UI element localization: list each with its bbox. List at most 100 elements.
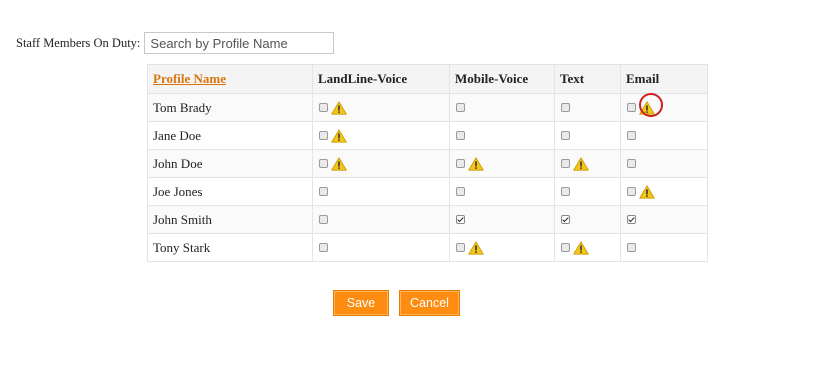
landline-voice-checkbox[interactable] [319, 187, 328, 196]
mobile-voice-option [455, 127, 465, 145]
text-option [560, 155, 589, 173]
profile-name-sort-header[interactable]: Profile Name [147, 64, 313, 94]
landline-voice-checkbox[interactable] [319, 131, 328, 140]
landline-voice-option [318, 127, 347, 145]
text-cell [554, 177, 621, 206]
text-option [560, 239, 589, 257]
text-cell [554, 233, 621, 262]
warning-triangle-icon[interactable] [468, 156, 484, 171]
warning-triangle-icon[interactable] [639, 184, 655, 199]
landline-voice-checkbox[interactable] [319, 103, 328, 112]
staff-duty-table: Profile Name LandLine-Voice Mobile-Voice… [147, 64, 708, 262]
mobile-voice-checkbox[interactable] [456, 187, 465, 196]
warning-triangle-icon[interactable] [573, 156, 589, 171]
email-checkbox[interactable] [627, 103, 636, 112]
table-row: John Smith [147, 205, 708, 234]
warning-triangle-icon[interactable] [468, 240, 484, 255]
warning-triangle-icon[interactable] [331, 128, 347, 143]
email-option [626, 239, 636, 257]
text-header: Text [554, 64, 621, 94]
email-option [626, 155, 636, 173]
cancel-button[interactable]: Cancel [399, 290, 460, 316]
email-cell [620, 233, 708, 262]
mobile-voice-option [455, 155, 484, 173]
email-cell [620, 92, 708, 122]
table-header-row: Profile Name LandLine-Voice Mobile-Voice… [147, 64, 708, 94]
landline-voice-option [318, 183, 328, 201]
landline-voice-option [318, 155, 347, 173]
mobile-voice-checkbox[interactable] [456, 159, 465, 168]
table-row: Tom Brady [147, 92, 708, 122]
table-row: Joe Jones [147, 177, 708, 206]
mobile-voice-cell [449, 93, 555, 122]
landline-voice-option [318, 239, 328, 257]
text-checkbox[interactable] [561, 103, 570, 112]
landline-voice-cell [312, 205, 450, 234]
landline-voice-checkbox[interactable] [319, 243, 328, 252]
email-option [626, 211, 636, 229]
email-option [626, 127, 636, 145]
landline-voice-checkbox[interactable] [319, 159, 328, 168]
email-checkbox[interactable] [627, 243, 636, 252]
mobile-voice-checkbox[interactable] [456, 131, 465, 140]
email-header: Email [620, 64, 708, 94]
email-cell [620, 177, 708, 206]
mobile-voice-cell [449, 177, 555, 206]
email-checkbox[interactable] [627, 187, 636, 196]
mobile-voice-checkbox[interactable] [456, 243, 465, 252]
mobile-voice-cell [449, 121, 555, 150]
text-checkbox[interactable] [561, 243, 570, 252]
text-cell [554, 149, 621, 178]
table-row: John Doe [147, 149, 708, 178]
mobile-voice-cell [449, 149, 555, 178]
search-input[interactable] [144, 32, 335, 54]
landline-voice-option [318, 211, 328, 229]
text-option [560, 211, 570, 229]
warning-triangle-icon[interactable] [573, 240, 589, 255]
table-row: Tony Stark [147, 233, 708, 262]
mobile-voice-cell [449, 233, 555, 262]
mobile-voice-checkbox[interactable] [456, 215, 465, 224]
text-option [560, 183, 570, 201]
text-checkbox[interactable] [561, 187, 570, 196]
table-row: Jane Doe [147, 121, 708, 150]
profile-name-cell: Jane Doe [147, 121, 313, 150]
landline-voice-cell [312, 149, 450, 178]
email-option [626, 92, 663, 117]
mobile-voice-checkbox[interactable] [456, 103, 465, 112]
profile-name-cell: Tony Stark [147, 233, 313, 262]
landline-voice-checkbox[interactable] [319, 215, 328, 224]
save-button[interactable]: Save [333, 290, 389, 316]
text-checkbox[interactable] [561, 159, 570, 168]
landline-voice-header: LandLine-Voice [312, 64, 450, 94]
warning-triangle-icon[interactable] [331, 156, 347, 171]
landline-voice-option [318, 99, 347, 117]
text-cell [554, 121, 621, 150]
text-option [560, 99, 570, 117]
landline-voice-cell [312, 177, 450, 206]
profile-name-cell: John Smith [147, 205, 313, 234]
email-checkbox[interactable] [627, 131, 636, 140]
mobile-voice-header: Mobile-Voice [449, 64, 555, 94]
email-cell [620, 149, 708, 178]
mobile-voice-option [455, 239, 484, 257]
search-bar: Staff Members On Duty: [16, 32, 335, 54]
search-label: Staff Members On Duty: [16, 35, 141, 50]
email-option [626, 183, 655, 201]
text-checkbox[interactable] [561, 215, 570, 224]
email-cell [620, 205, 708, 234]
profile-name-cell: Joe Jones [147, 177, 313, 206]
text-option [560, 127, 570, 145]
highlight-circle [639, 92, 663, 117]
mobile-voice-cell [449, 205, 555, 234]
email-cell [620, 121, 708, 150]
text-cell [554, 93, 621, 122]
landline-voice-cell [312, 93, 450, 122]
warning-triangle-icon[interactable] [331, 100, 347, 115]
email-checkbox[interactable] [627, 159, 636, 168]
form-actions: Save Cancel [333, 290, 470, 316]
email-checkbox[interactable] [627, 215, 636, 224]
mobile-voice-option [455, 99, 465, 117]
landline-voice-cell [312, 121, 450, 150]
text-checkbox[interactable] [561, 131, 570, 140]
